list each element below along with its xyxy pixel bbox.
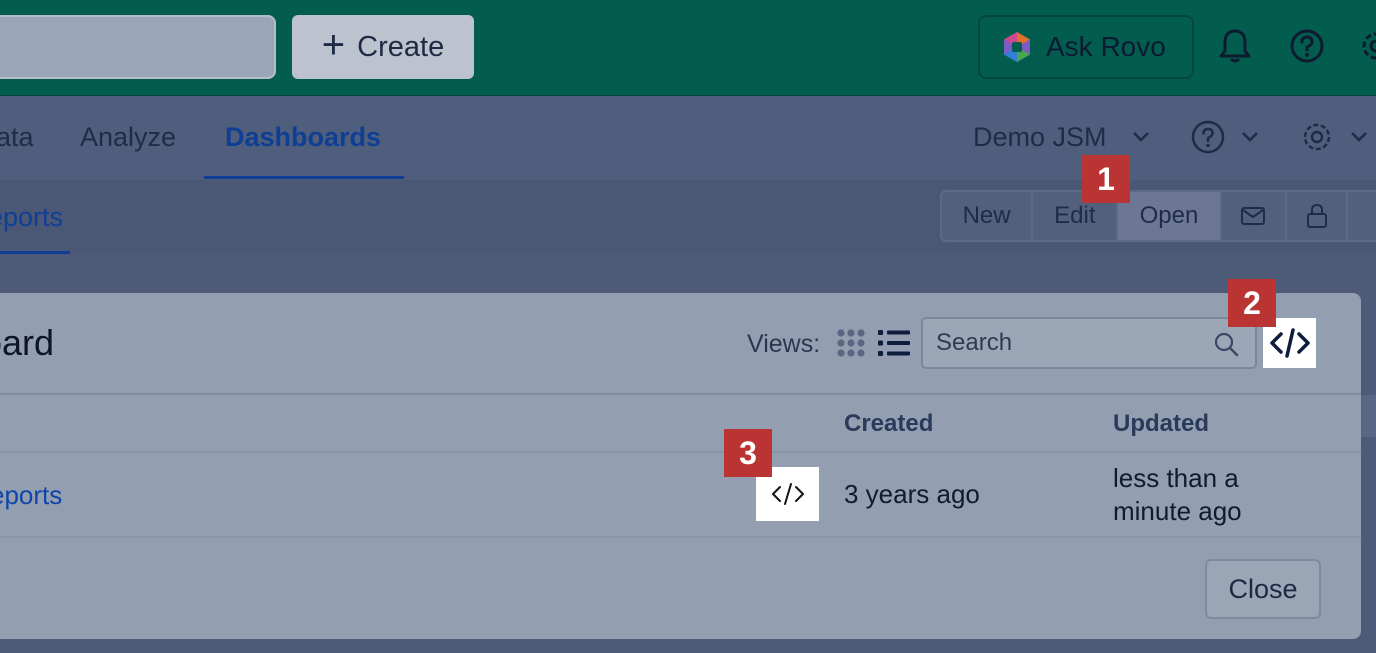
ask-rovo-label: Ask Rovo xyxy=(1046,31,1166,62)
search-placeholder: Search xyxy=(936,329,1013,356)
code-icon xyxy=(771,483,804,505)
annotation-badge-1: 1 xyxy=(1082,155,1130,203)
table-row-divider xyxy=(0,536,1361,538)
edit-label: Edit xyxy=(1054,202,1096,229)
nav-item-data[interactable]: ata xyxy=(0,122,34,153)
plus-icon: + xyxy=(321,23,346,67)
annotation-badge-3: 3 xyxy=(724,429,772,477)
list-view-icon[interactable] xyxy=(878,328,910,358)
project-nav-bar xyxy=(0,96,1376,180)
annotation-badge-2: 2 xyxy=(1228,279,1276,327)
nav-item-analyze[interactable]: Analyze xyxy=(80,122,176,153)
settings-icon[interactable] xyxy=(1356,26,1376,66)
active-tab-indicator xyxy=(204,176,404,179)
chevron-down-icon[interactable] xyxy=(1241,131,1259,143)
dashboard-toolbar: New Edit Open xyxy=(940,190,1376,242)
help-icon[interactable] xyxy=(1190,119,1226,155)
new-label: New xyxy=(962,202,1011,229)
close-label: Close xyxy=(1228,573,1298,604)
table-row-divider xyxy=(0,451,1361,453)
created-cell: 3 years ago xyxy=(844,479,980,509)
new-button[interactable]: New xyxy=(942,192,1034,240)
tab-reports[interactable]: eports xyxy=(0,202,63,233)
dialog-title: oard xyxy=(0,322,55,363)
scroll-strip xyxy=(1361,395,1376,437)
lock-icon xyxy=(1306,203,1327,228)
column-header-created[interactable]: Created xyxy=(844,410,933,438)
column-header-updated[interactable]: Updated xyxy=(1113,410,1209,438)
create-label: Create xyxy=(357,30,445,63)
search-icon xyxy=(1214,332,1239,357)
email-button[interactable] xyxy=(1222,192,1287,240)
updated-cell-line-2: minute ago xyxy=(1113,496,1242,526)
create-button[interactable]: + Create xyxy=(292,15,474,79)
dialog-search-input[interactable]: Search xyxy=(921,317,1257,369)
active-subtab-indicator xyxy=(0,251,70,254)
code-icon xyxy=(1269,328,1310,358)
global-search-input[interactable] xyxy=(0,15,276,79)
ask-rovo-button[interactable]: Ask Rovo xyxy=(978,15,1194,79)
more-toolbar-button[interactable] xyxy=(1348,192,1376,240)
dashboard-name-link[interactable]: eports xyxy=(0,480,62,511)
bell-icon[interactable] xyxy=(1215,26,1255,66)
lock-button[interactable] xyxy=(1287,192,1349,240)
settings-icon[interactable] xyxy=(1299,119,1335,155)
nav-item-dashboards[interactable]: Dashboards xyxy=(225,122,381,153)
help-icon[interactable] xyxy=(1287,26,1327,66)
mail-icon xyxy=(1241,207,1266,225)
views-label: Views: xyxy=(747,330,821,358)
project-selector[interactable]: Demo JSM xyxy=(973,122,1107,153)
open-button[interactable]: Open xyxy=(1118,192,1222,240)
chevron-down-icon[interactable] xyxy=(1350,131,1368,143)
dialog-header-divider xyxy=(0,393,1361,395)
chevron-down-icon[interactable] xyxy=(1132,131,1150,143)
open-label: Open xyxy=(1139,202,1199,229)
updated-cell-line-1: less than a xyxy=(1113,463,1239,493)
close-button[interactable]: Close xyxy=(1205,559,1321,619)
rovo-logo-icon xyxy=(1004,32,1030,62)
grid-view-icon[interactable] xyxy=(836,328,866,358)
